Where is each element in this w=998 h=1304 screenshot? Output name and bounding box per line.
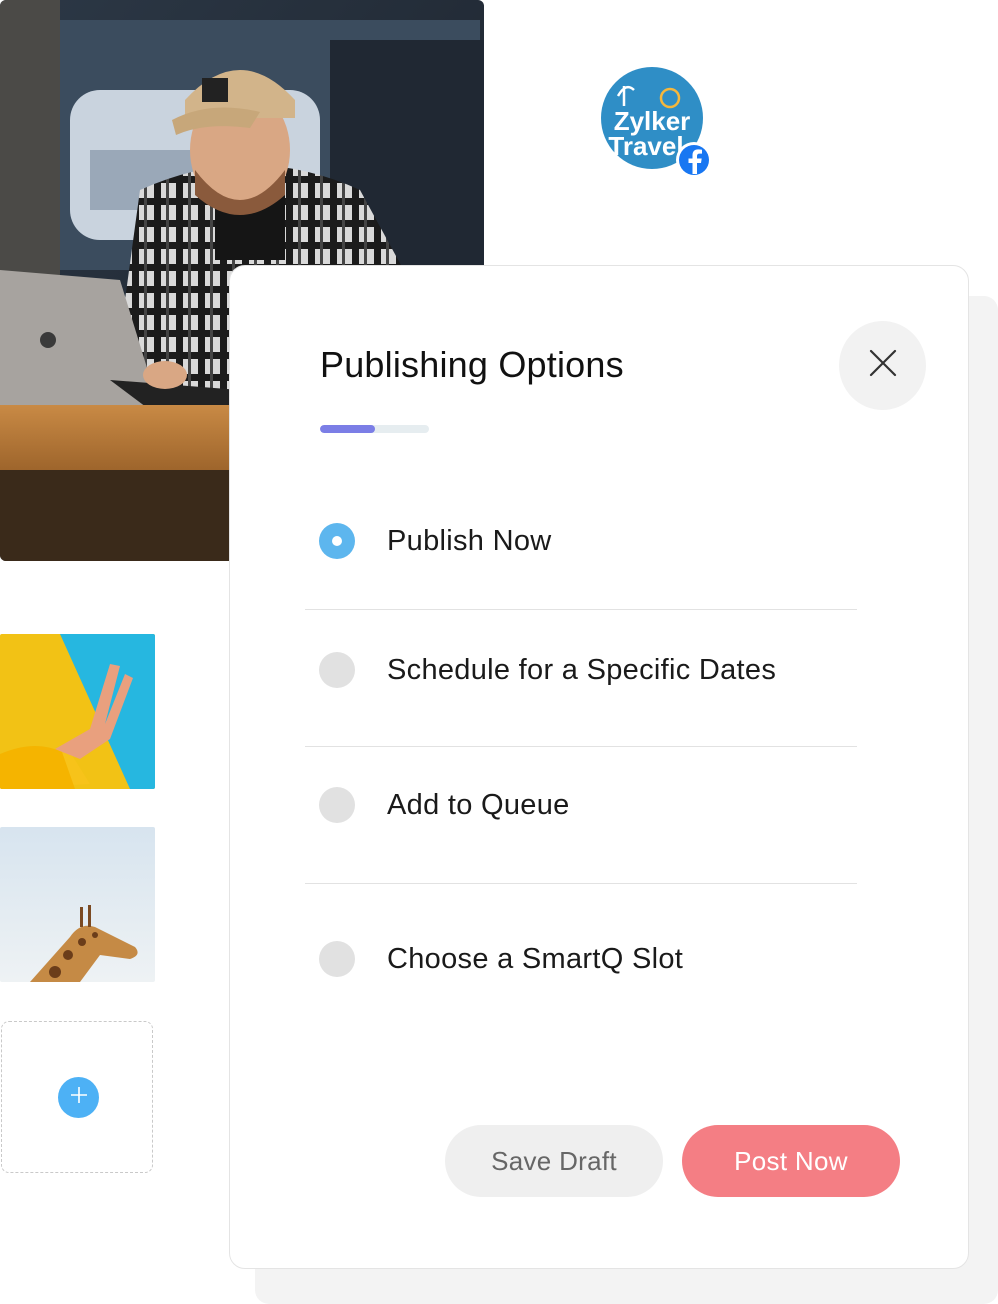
step-progress-fill xyxy=(320,425,375,433)
option-smartq-slot[interactable]: Choose a SmartQ Slot xyxy=(305,941,857,977)
brand-logo-line2: Travel xyxy=(608,131,683,161)
modal-title: Publishing Options xyxy=(320,344,624,385)
option-label: Publish Now xyxy=(387,524,552,557)
add-to-queue-radio[interactable] xyxy=(319,787,355,823)
publishing-options-modal: Publishing Options Publish Now Schedule … xyxy=(229,265,969,1269)
option-add-to-queue[interactable]: Add to Queue xyxy=(305,787,857,823)
thumbnail-giraffe[interactable] xyxy=(0,827,155,982)
schedule-radio[interactable] xyxy=(319,652,355,688)
divider xyxy=(305,609,857,610)
facebook-icon xyxy=(676,142,712,178)
thumbnail-peace-sign[interactable] xyxy=(0,634,155,789)
add-media-slot[interactable] xyxy=(1,1021,153,1173)
save-draft-button[interactable]: Save Draft xyxy=(445,1125,663,1197)
close-button[interactable] xyxy=(839,321,926,410)
divider xyxy=(305,883,857,884)
divider xyxy=(305,746,857,747)
option-schedule[interactable]: Schedule for a Specific Dates xyxy=(305,652,857,688)
brand-avatar: Zylker Travel xyxy=(600,66,713,179)
close-icon xyxy=(868,348,898,383)
plus-icon xyxy=(70,1086,88,1109)
smartq-slot-radio[interactable] xyxy=(319,941,355,977)
publish-now-radio[interactable] xyxy=(319,523,355,559)
post-now-button[interactable]: Post Now xyxy=(682,1125,900,1197)
option-label: Schedule for a Specific Dates xyxy=(387,653,777,686)
add-media-button[interactable] xyxy=(58,1077,99,1118)
option-label: Choose a SmartQ Slot xyxy=(387,942,684,975)
option-label: Add to Queue xyxy=(387,788,570,821)
step-progress-bar xyxy=(320,425,429,433)
option-publish-now[interactable]: Publish Now xyxy=(305,523,857,559)
